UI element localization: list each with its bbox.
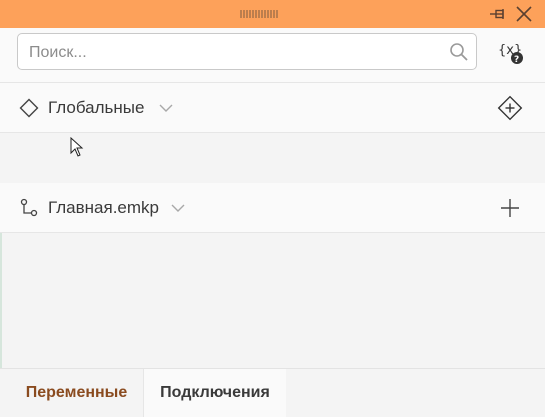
svg-text:?: ?: [514, 55, 519, 65]
main-flow-section[interactable]: Главная.emkp: [0, 183, 545, 233]
search-toolbar: {x} ?: [0, 28, 545, 83]
main-flow-label: Главная.emkp: [48, 198, 159, 217]
main-flow-content: [0, 233, 545, 369]
variable-help-icon[interactable]: {x} ?: [497, 39, 525, 67]
grip-icon[interactable]: [240, 9, 280, 19]
tab-variables[interactable]: Переменные: [10, 369, 143, 417]
globals-label: Глобальные: [48, 98, 145, 117]
add-diamond-icon[interactable]: [497, 95, 523, 121]
globals-content: [0, 133, 545, 183]
variables-panel: {x} ? Глобальные Главная.emkp: [0, 0, 545, 417]
panel-titlebar[interactable]: [0, 0, 545, 28]
globals-section[interactable]: Глобальные: [0, 83, 545, 133]
pin-icon[interactable]: [488, 5, 508, 23]
plus-icon[interactable]: [497, 195, 523, 221]
mouse-cursor-icon: [70, 137, 84, 157]
diamond-icon: [19, 98, 39, 118]
tab-connections[interactable]: Подключения: [143, 369, 286, 417]
close-icon[interactable]: [514, 5, 534, 23]
search-box[interactable]: [17, 33, 477, 70]
flow-icon: [20, 198, 38, 217]
search-input[interactable]: [27, 40, 441, 66]
search-icon[interactable]: [449, 42, 469, 62]
chevron-down-icon[interactable]: [170, 202, 186, 214]
chevron-down-icon[interactable]: [158, 102, 174, 114]
bottom-tabs: Переменные Подключения: [0, 368, 545, 417]
